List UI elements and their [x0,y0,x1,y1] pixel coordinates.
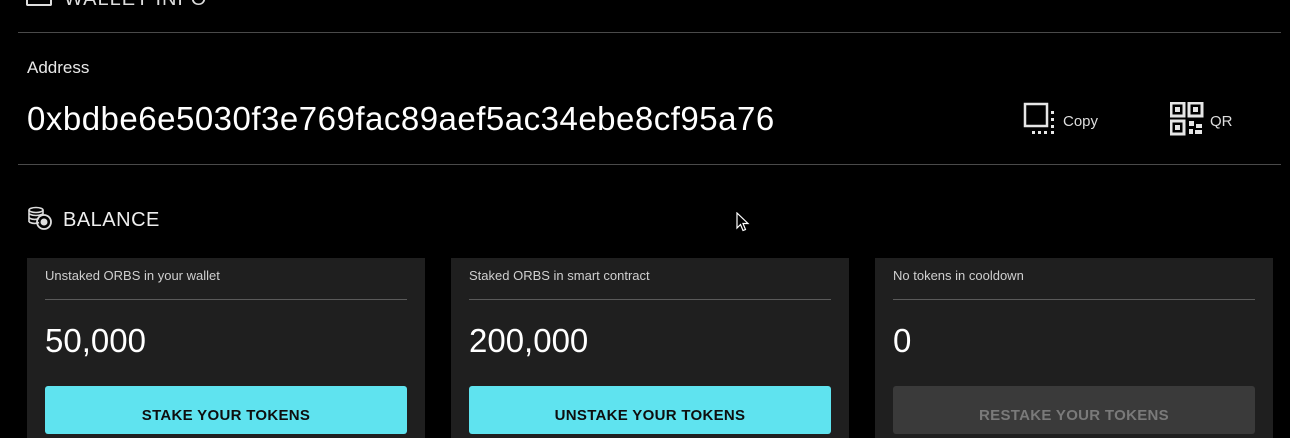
stake-tokens-button[interactable]: STAKE YOUR TOKENS [45,386,407,434]
wallet-icon [26,0,52,6]
qr-label: QR [1210,113,1233,130]
qr-code-icon [1169,101,1204,141]
card-value: 200,000 [469,322,589,359]
section-title-balance: BALANCE [63,209,160,231]
copy-label: Copy [1063,113,1099,130]
copy-icon [1023,102,1057,141]
balance-card-unstaked: Unstaked ORBS in your wallet 50,000 STAK… [27,258,425,438]
unstake-tokens-button[interactable]: UNSTAKE YOUR TOKENS [469,386,831,434]
card-value: 50,000 [45,322,146,359]
card-label: Unstaked ORBS in your wallet [45,268,220,283]
card-label: Staked ORBS in smart contract [469,268,650,283]
address-value: 0xbdbe6e5030f3e769fac89aef5ac34ebe8cf95a… [27,100,775,137]
section-title-wallet-info: WALLET INFO [64,0,207,11]
divider [469,299,831,300]
balance-card-staked: Staked ORBS in smart contract 200,000 UN… [451,258,849,438]
balance-card-cooldown: No tokens in cooldown 0 RESTAKE YOUR TOK… [875,258,1273,438]
qr-button[interactable]: QR [1169,101,1233,141]
balance-header: BALANCE [27,206,160,235]
coins-icon [27,206,53,235]
restake-tokens-button: RESTAKE YOUR TOKENS [893,386,1255,434]
card-value: 0 [893,322,912,359]
card-label: No tokens in cooldown [893,268,1024,283]
divider [45,299,407,300]
divider [18,164,1281,165]
divider [18,32,1281,33]
divider [893,299,1255,300]
mouse-cursor-icon [736,211,750,237]
copy-button[interactable]: Copy [1023,102,1098,141]
address-label: Address [27,58,90,77]
